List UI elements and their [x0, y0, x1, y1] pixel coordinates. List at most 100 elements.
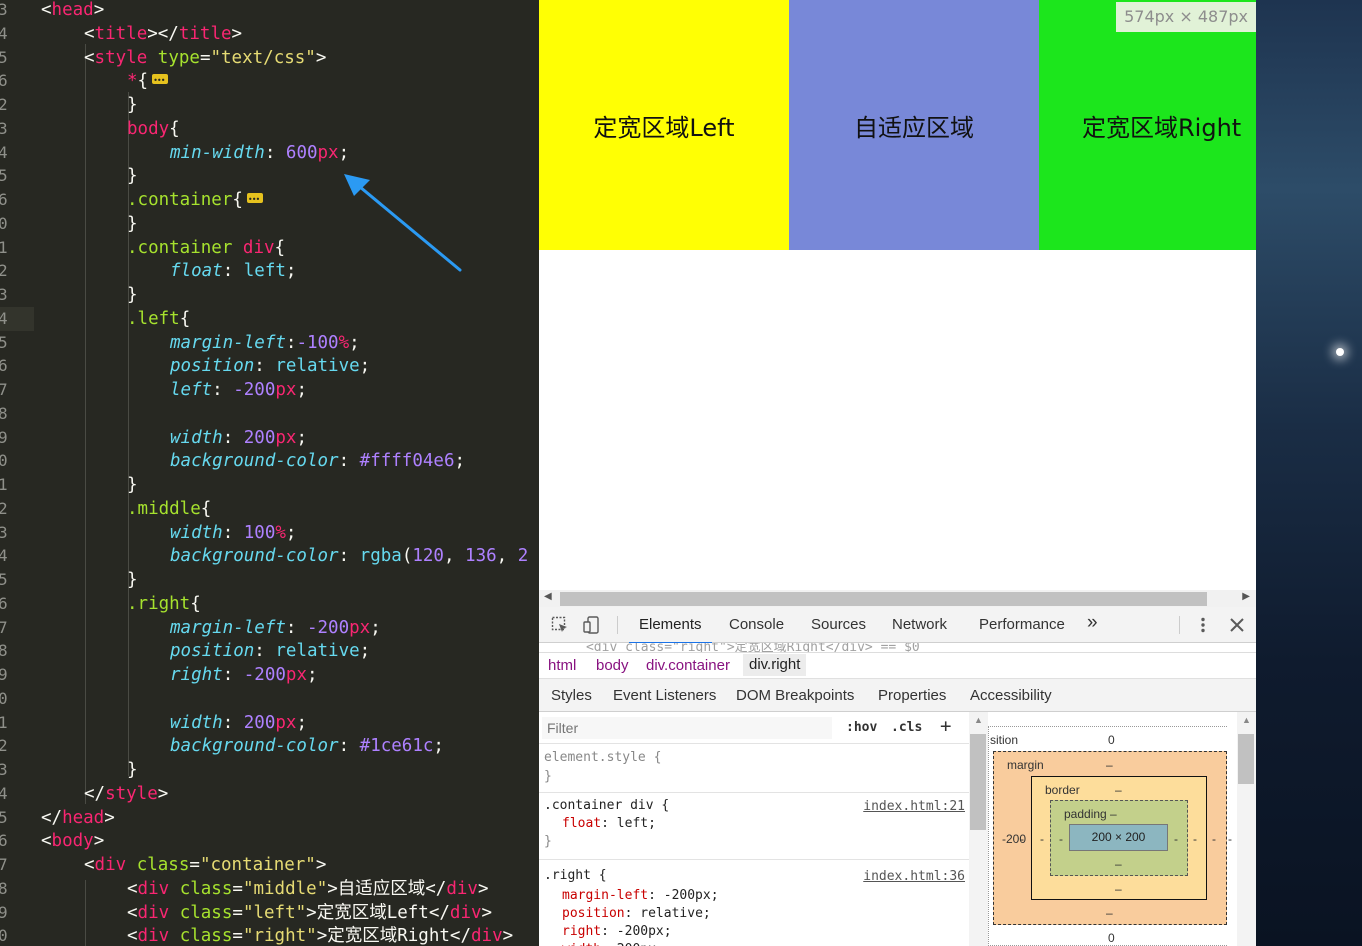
- code-line[interactable]: 9 right: -200px;: [0, 663, 539, 687]
- padding-label[interactable]: padding –: [1064, 807, 1117, 821]
- inspect-element-icon[interactable]: [551, 616, 569, 634]
- code-line[interactable]: 1}: [0, 473, 539, 497]
- tab-console[interactable]: Console: [729, 616, 784, 633]
- class-toggle[interactable]: .cls: [891, 720, 922, 735]
- scrollbar-thumb[interactable]: [1238, 734, 1254, 784]
- code-line[interactable]: 0 background-color: #ffff04e6;: [0, 449, 539, 473]
- hover-state-toggle[interactable]: :hov: [846, 720, 877, 735]
- code-line[interactable]: 7 margin-left: -200px;: [0, 616, 539, 640]
- more-tabs-icon[interactable]: »: [1087, 612, 1098, 634]
- code-line[interactable]: 7 left: -200px;: [0, 378, 539, 402]
- rule-container-div[interactable]: .container div { index.html:21 float: le…: [539, 793, 969, 860]
- scrollbar-thumb[interactable]: [970, 734, 986, 830]
- code-editor[interactable]: 3 <head> 4 <title></title> 5 <style type="tex…: [0, 0, 539, 946]
- margin-left-value[interactable]: -: [1040, 832, 1044, 846]
- rule-source-link[interactable]: index.html:21: [863, 799, 965, 814]
- subtab-dom-breakpoints[interactable]: DOM Breakpoints: [736, 687, 854, 704]
- code-line[interactable]: 6 *{: [0, 69, 539, 93]
- breadcrumb-div-container[interactable]: div.container: [646, 657, 730, 674]
- breadcrumb-div-right[interactable]: div.right: [743, 654, 807, 676]
- viewport-horizontal-scrollbar[interactable]: ◀ ▶: [539, 590, 1256, 607]
- code-line[interactable]: 3}: [0, 758, 539, 782]
- code-line[interactable]: 2 .middle{: [0, 497, 539, 521]
- padding-left-value[interactable]: -: [1059, 832, 1063, 846]
- code-line[interactable]: 6 position: relative;: [0, 354, 539, 378]
- rule-declaration[interactable]: float: left;: [562, 815, 656, 833]
- code-line[interactable]: 3 <head>: [0, 0, 539, 22]
- code-line[interactable]: 1 width: 200px;: [0, 711, 539, 735]
- code-line[interactable]: 0}: [0, 212, 539, 236]
- tab-sources[interactable]: Sources: [811, 616, 866, 633]
- code-line[interactable]: 5 margin-left:-100%;: [0, 331, 539, 355]
- scroll-right-icon[interactable]: ▶: [1242, 591, 1250, 602]
- code-line[interactable]: 6 .right{: [0, 592, 539, 616]
- border-bottom-value[interactable]: –: [1115, 882, 1122, 896]
- code-line[interactable]: 9 <div class="left">定宽区域Left</div>: [0, 901, 539, 925]
- code-line[interactable]: 2}: [0, 93, 539, 117]
- code-line[interactable]: 3 width: 100%;: [0, 521, 539, 545]
- box-model-content[interactable]: 200 × 200: [1069, 824, 1168, 851]
- code-line[interactable]: 0: [0, 687, 539, 711]
- code-line[interactable]: 4 </style>: [0, 782, 539, 806]
- code-line[interactable]: 6 <body>: [0, 829, 539, 853]
- rule-declaration[interactable]: right: -200px;: [562, 923, 672, 941]
- more-options-icon[interactable]: [1194, 616, 1212, 634]
- margin-bottom-value[interactable]: –: [1106, 906, 1113, 920]
- code-line[interactable]: 8: [0, 402, 539, 426]
- rule-source-link[interactable]: index.html:36: [863, 869, 965, 884]
- code-line[interactable]: 5}: [0, 164, 539, 188]
- rule-declaration[interactable]: margin-left: -200px;: [562, 887, 719, 905]
- code-line[interactable]: 3}: [0, 283, 539, 307]
- code-line[interactable]: 4 min-width: 600px;: [0, 141, 539, 165]
- border-left-value[interactable]: -: [1020, 832, 1024, 846]
- code-line[interactable]: 8 <div class="middle">自适应区域</div>: [0, 877, 539, 901]
- code-line[interactable]: 4 <title></title>: [0, 22, 539, 46]
- position-right-value[interactable]: -: [1228, 832, 1232, 846]
- breadcrumb-body[interactable]: body: [596, 657, 629, 674]
- subtab-event-listeners[interactable]: Event Listeners: [613, 687, 716, 704]
- code-line[interactable]: 2 background-color: #1ce61c;: [0, 734, 539, 758]
- border-top-value[interactable]: –: [1115, 783, 1122, 797]
- code-line[interactable]: 7 <div class="container">: [0, 853, 539, 877]
- rule-element-style[interactable]: element.style { }: [539, 744, 969, 793]
- box-model-scrollbar[interactable]: ▲: [1237, 712, 1256, 946]
- border-right-value[interactable]: -: [1193, 832, 1197, 846]
- scroll-left-icon[interactable]: ◀: [544, 591, 552, 602]
- padding-bottom-value[interactable]: –: [1115, 857, 1122, 871]
- close-icon[interactable]: [1228, 616, 1246, 634]
- styles-filter-input[interactable]: [542, 717, 832, 739]
- add-rule-button[interactable]: +: [940, 715, 951, 737]
- margin-top-value[interactable]: –: [1106, 758, 1113, 772]
- padding-right-value[interactable]: -: [1174, 832, 1178, 846]
- code-line[interactable]: 9 width: 200px;: [0, 426, 539, 450]
- device-toolbar-icon[interactable]: [583, 616, 601, 634]
- subtab-styles[interactable]: Styles: [541, 687, 602, 715]
- scroll-up-icon[interactable]: ▲: [974, 715, 983, 725]
- rule-right[interactable]: .right { index.html:36 margin-left: -200…: [539, 860, 969, 946]
- code-line[interactable]: 4 .left{: [0, 307, 539, 331]
- scroll-up-icon[interactable]: ▲: [1242, 715, 1251, 725]
- code-line[interactable]: 5}: [0, 568, 539, 592]
- position-bottom-value[interactable]: 0: [1108, 931, 1115, 945]
- code-line[interactable]: 4 background-color: rgba(120, 136, 2: [0, 544, 539, 568]
- tab-elements[interactable]: Elements: [629, 616, 711, 644]
- breadcrumb-html[interactable]: html: [548, 657, 576, 674]
- code-line[interactable]: 0 <div class="right">定宽区域Right</div>: [0, 924, 539, 946]
- tab-network[interactable]: Network: [892, 616, 947, 633]
- code-line[interactable]: 3 body{: [0, 117, 539, 141]
- styles-scrollbar[interactable]: ▲: [969, 712, 988, 946]
- rule-declaration[interactable]: width: 200px;: [562, 941, 664, 946]
- margin-right-value[interactable]: -: [1212, 832, 1216, 846]
- code-line[interactable]: 5 </head>: [0, 806, 539, 830]
- code-line[interactable]: 1 .container div{: [0, 236, 539, 260]
- subtab-properties[interactable]: Properties: [878, 687, 946, 704]
- code-line[interactable]: 2 float: left;: [0, 259, 539, 283]
- code-line[interactable]: 8 position: relative;: [0, 639, 539, 663]
- rule-declaration[interactable]: position: relative;: [562, 905, 711, 923]
- subtab-accessibility[interactable]: Accessibility: [970, 687, 1052, 704]
- tab-performance[interactable]: Performance: [979, 616, 1065, 633]
- code-line[interactable]: 5 <style type="text/css">: [0, 46, 539, 70]
- position-top-value[interactable]: 0: [1108, 733, 1115, 747]
- scrollbar-thumb[interactable]: [560, 592, 1207, 606]
- code-line[interactable]: 6 .container{: [0, 188, 539, 212]
